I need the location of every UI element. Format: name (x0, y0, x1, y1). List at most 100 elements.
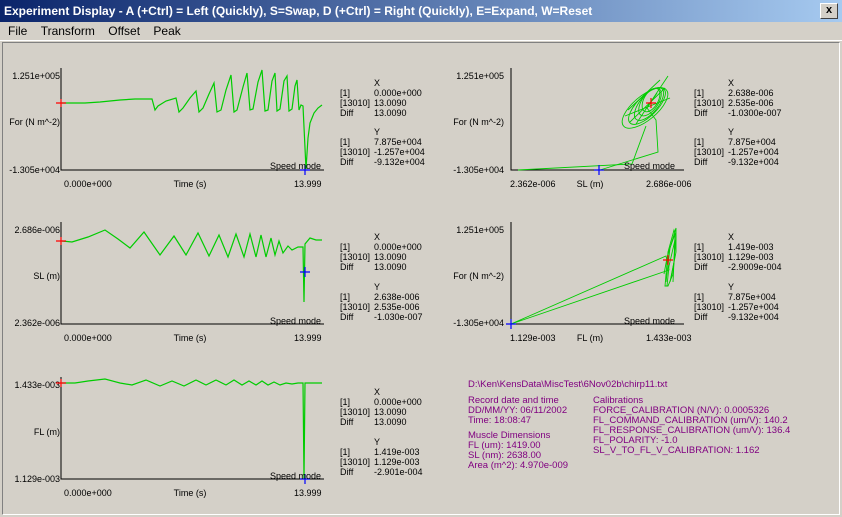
row-label: [13010] (340, 302, 371, 312)
y-axis-bottom-label: -1.305e+004 (453, 318, 504, 328)
y-value-start: 7.875e+004 (728, 292, 776, 302)
x-axis-left-label: 0.000e+000 (64, 488, 112, 498)
x-axis-left-label: 0.000e+000 (64, 179, 112, 189)
row-label: Diff (340, 262, 354, 272)
mode-label: Speed mode (270, 316, 322, 326)
y-value-start: 7.875e+004 (728, 137, 776, 147)
row-label: Diff (340, 417, 354, 427)
y-axis-title: FL (m) (33, 427, 60, 437)
fl-time-trace (62, 378, 322, 480)
x-header: X (374, 232, 381, 242)
y-header: Y (374, 282, 381, 292)
force-time-trace (62, 69, 323, 170)
x-value-end: 13.0090 (374, 407, 407, 417)
row-label: [1] (694, 137, 705, 147)
y-header: Y (728, 127, 735, 137)
x-axis-right-label: 13.999 (294, 179, 322, 189)
row-label: [13010] (340, 407, 371, 417)
window-title: Experiment Display - A (+Ctrl) = Left (Q… (4, 4, 593, 18)
row-label: Diff (340, 312, 354, 322)
x-axis-title: Time (s) (173, 488, 207, 498)
row-label: Diff (340, 157, 354, 167)
y-axis-bottom-label: 1.129e-003 (14, 474, 60, 484)
force-sl-plot-area[interactable] (510, 68, 685, 175)
row-label: Diff (340, 467, 354, 477)
y-value-end: -1.257e+004 (374, 147, 425, 157)
y-value-diff: -9.132e+004 (728, 157, 779, 167)
x-value-start: 0.000e+000 (374, 88, 422, 98)
y-header: Y (374, 127, 381, 137)
x-value-end: 13.0090 (374, 98, 407, 108)
close-button[interactable]: x (820, 3, 838, 19)
x-value-diff: 13.0090 (374, 417, 407, 427)
sl-time-trace (61, 229, 322, 303)
y-axis-title: For (N m^-2) (9, 117, 60, 127)
y-value-start: 7.875e+004 (374, 137, 422, 147)
y-value-diff: -2.901e-004 (374, 467, 423, 477)
y-value-start: 1.419e-003 (374, 447, 420, 457)
x-value-diff: 13.0090 (374, 262, 407, 272)
row-label: [1] (340, 88, 351, 98)
y-axis-title: For (N m^-2) (453, 271, 504, 281)
y-axis-bottom-label: -1.305e+004 (9, 165, 60, 175)
y-axis-bottom-label: 2.362e-006 (14, 318, 60, 328)
row-label: Diff (694, 262, 708, 272)
row-label: [1] (340, 447, 351, 457)
y-value-end: -1.257e+004 (728, 302, 779, 312)
menu-peak[interactable]: Peak (148, 22, 185, 40)
row-label: [13010] (340, 147, 371, 157)
mode-label: Speed mode (624, 316, 676, 326)
x-axis-title: Time (s) (173, 333, 207, 343)
file-path: D:\Ken\KensData\MiscTest\6Nov02b\chirp11… (468, 379, 668, 390)
menu-bar: File Transform Offset Peak (0, 22, 842, 41)
row-label: Diff (340, 108, 354, 118)
sl-time-plot-area[interactable] (56, 222, 325, 326)
x-axis-right-label: 1.433e-003 (646, 333, 692, 343)
y-axis-top-label: 1.251e+005 (456, 71, 504, 81)
row-label: [13010] (694, 252, 725, 262)
y-value-end: 1.129e-003 (374, 457, 420, 467)
x-header: X (728, 232, 735, 242)
x-value-start: 0.000e+000 (374, 397, 422, 407)
y-axis-top-label: 2.686e-006 (14, 225, 60, 235)
x-value-start: 2.638e-006 (728, 88, 774, 98)
row-label: [1] (694, 88, 705, 98)
x-axis-title: Time (s) (173, 179, 207, 189)
mode-label: Speed mode (270, 161, 322, 171)
x-axis-title: FL (m) (576, 333, 604, 343)
x-header: X (728, 78, 735, 88)
x-axis-left-label: 0.000e+000 (64, 333, 112, 343)
x-value-diff: 13.0090 (374, 108, 407, 118)
x-axis-right-label: 13.999 (294, 488, 322, 498)
force-fl-plot-area[interactable] (506, 222, 685, 329)
row-label: [1] (340, 242, 351, 252)
menu-file[interactable]: File (0, 22, 32, 40)
menu-transform[interactable]: Transform (36, 22, 100, 40)
calibration-line: SL_V_TO_FL_V_CALIBRATION: 1.162 (593, 445, 760, 456)
x-value-start: 1.419e-003 (728, 242, 774, 252)
x-value-start: 0.000e+000 (374, 242, 422, 252)
y-axis-top-label: 1.251e+005 (12, 71, 60, 81)
y-axis-top-label: 1.433e-003 (14, 380, 60, 390)
row-label: [1] (694, 242, 705, 252)
row-label: [13010] (694, 302, 725, 312)
row-label: [1] (340, 137, 351, 147)
x-axis-right-label: 13.999 (294, 333, 322, 343)
x-value-diff: -2.9009e-004 (728, 262, 782, 272)
x-header: X (374, 78, 381, 88)
row-label: [13010] (694, 147, 725, 157)
x-axis-right-label: 2.686e-006 (646, 179, 692, 189)
y-axis-top-label: 1.251e+005 (456, 225, 504, 235)
force-time-plot-area[interactable] (56, 68, 325, 175)
y-header: Y (728, 282, 735, 292)
title-bar: Experiment Display - A (+Ctrl) = Left (Q… (0, 0, 842, 22)
x-axis-left-label: 1.129e-003 (510, 333, 556, 343)
x-value-end: 13.0090 (374, 252, 407, 262)
row-label: Diff (694, 108, 708, 118)
row-label: Diff (694, 312, 708, 322)
menu-offset[interactable]: Offset (103, 22, 145, 40)
y-header: Y (374, 437, 381, 447)
fl-time-plot-area[interactable] (56, 377, 325, 484)
y-axis-bottom-label: -1.305e+004 (453, 165, 504, 175)
y-value-end: 2.535e-006 (374, 302, 420, 312)
